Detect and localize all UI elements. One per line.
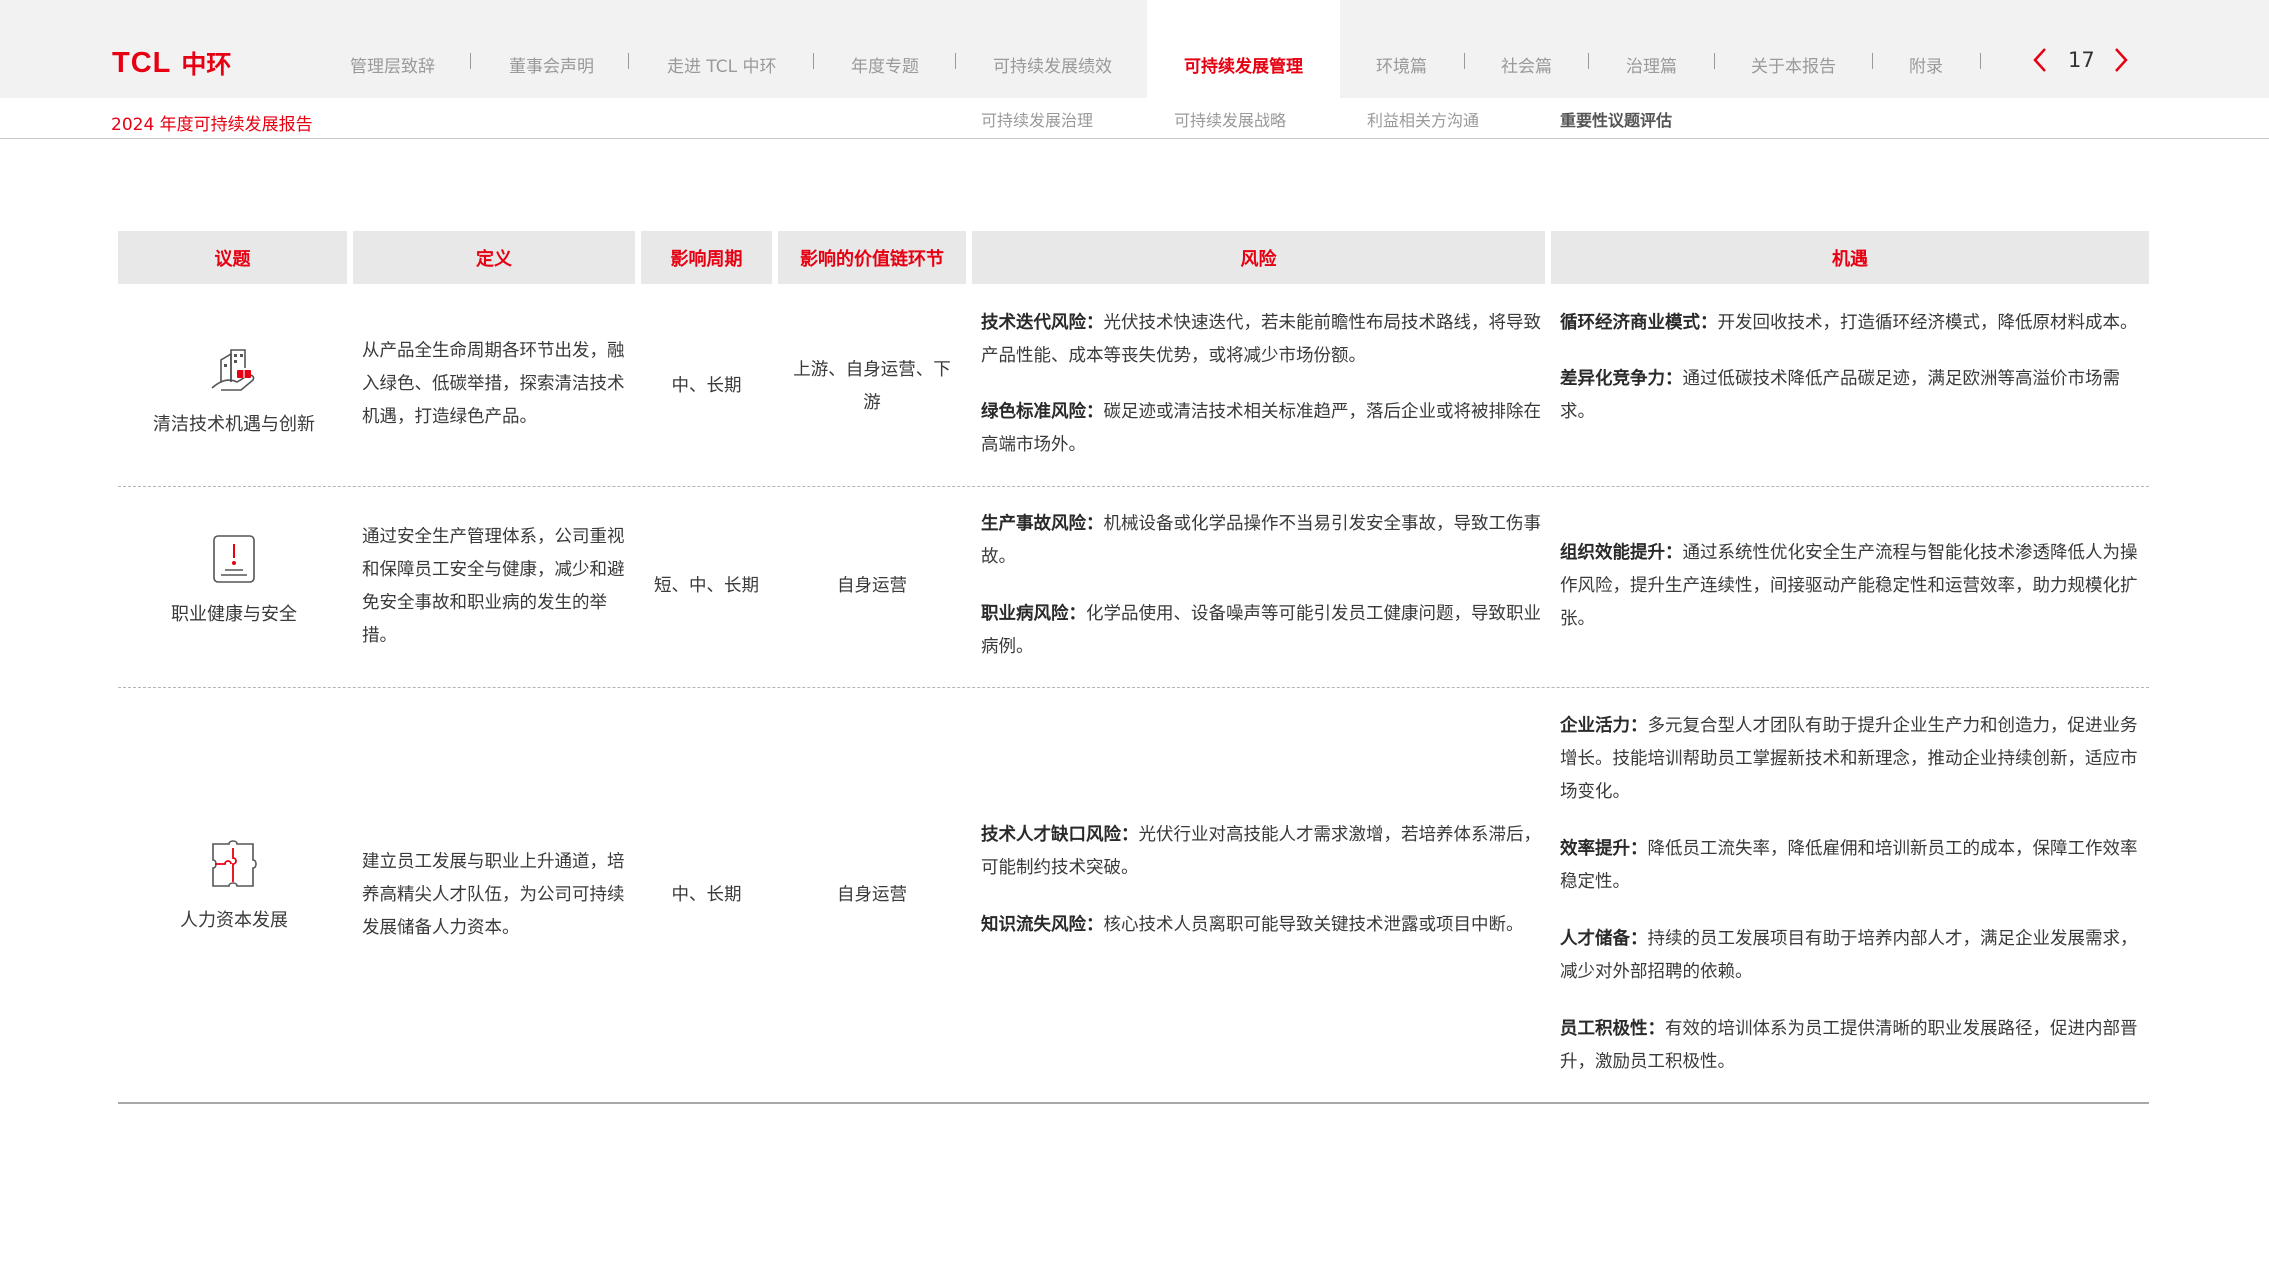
page-number: 17 bbox=[2068, 48, 2095, 72]
tcl-logo[interactable]: TCL 中环 bbox=[112, 46, 231, 80]
table-bottom-rule bbox=[118, 1102, 2149, 1104]
topic-label: 清洁技术机遇与创新 bbox=[153, 414, 315, 435]
topic-label: 职业健康与安全 bbox=[171, 604, 297, 625]
opportunity-title: 组织效能提升： bbox=[1560, 543, 1683, 563]
risk-cell: 技术人才缺口风险：光伏行业对高技能人才需求激增，若培养体系滞后，可能制约技术突破… bbox=[981, 819, 1541, 942]
prev-page-icon[interactable] bbox=[2029, 46, 2051, 74]
risk-item: 生产事故风险：机械设备或化学品操作不当易引发安全事故，导致工伤事故。 bbox=[981, 508, 1541, 574]
opportunity-item: 人才储备：持续的员工发展项目有助于培养内部人才，满足企业发展需求，减少对外部招聘… bbox=[1560, 923, 2144, 989]
opportunity-text: 多元复合型人才团队有助于提升企业生产力和创造力，促进业务增长。技能培训帮助员工掌… bbox=[1560, 716, 2138, 802]
opportunity-item: 组织效能提升：通过系统性优化安全生产流程与智能化技术渗透降低人为操作风险，提升生… bbox=[1560, 537, 2144, 636]
nav-about-report[interactable]: 关于本报告 bbox=[1751, 52, 1836, 77]
col-header-value-chain: 影响的价值链环节 bbox=[778, 231, 966, 284]
subnav-governance[interactable]: 可持续发展治理 bbox=[981, 107, 1093, 131]
row-divider bbox=[118, 687, 2149, 688]
opportunity-item: 员工积极性：有效的培训体系为员工提供清晰的职业发展路径，促进内部晋升，激励员工积… bbox=[1560, 1013, 2144, 1079]
col-header-topic: 议题 bbox=[118, 231, 347, 284]
col-header-risk: 风险 bbox=[972, 231, 1545, 284]
period-cell: 中、长期 bbox=[671, 376, 742, 396]
nav-appendix[interactable]: 附录 bbox=[1909, 52, 1943, 77]
nav-board-statement[interactable]: 董事会声明 bbox=[509, 52, 594, 77]
period-cell: 中、长期 bbox=[671, 885, 742, 905]
risk-title: 职业病风险： bbox=[981, 604, 1086, 624]
value-chain-cell: 自身运营 bbox=[837, 885, 907, 905]
risk-title: 技术人才缺口风险： bbox=[981, 825, 1139, 845]
nav-divider bbox=[470, 53, 471, 69]
risk-item: 技术人才缺口风险：光伏行业对高技能人才需求激增，若培养体系滞后，可能制约技术突破… bbox=[981, 819, 1541, 885]
subnav-materiality[interactable]: 重要性议题评估 bbox=[1560, 107, 1672, 131]
nav-management-message[interactable]: 管理层致辞 bbox=[350, 52, 435, 77]
definition-cell: 从产品全生命周期各环节出发，融入绿色、低碳举措，探索清洁技术机遇，打造绿色产品。 bbox=[362, 341, 625, 427]
table-row-topic: 清洁技术机遇与创新 bbox=[119, 342, 349, 436]
opportunity-item: 差异化竞争力：通过低碳技术降低产品碳足迹，满足欧洲等高溢价市场需求。 bbox=[1560, 363, 2144, 429]
opportunity-title: 循环经济商业模式： bbox=[1560, 313, 1718, 333]
subnav-stakeholder[interactable]: 利益相关方沟通 bbox=[1367, 107, 1479, 131]
nav-divider bbox=[955, 53, 956, 69]
nav-society[interactable]: 社会篇 bbox=[1501, 52, 1552, 77]
opportunity-title: 差异化竞争力： bbox=[1560, 369, 1683, 389]
subnav-strategy[interactable]: 可持续发展战略 bbox=[1174, 107, 1286, 131]
nav-governance[interactable]: 治理篇 bbox=[1626, 52, 1677, 77]
risk-title: 绿色标准风险： bbox=[981, 402, 1104, 422]
row-divider bbox=[118, 486, 2149, 487]
opportunity-text: 开发回收技术，打造循环经济模式，降低原材料成本。 bbox=[1717, 313, 2138, 333]
puzzle-icon bbox=[212, 840, 257, 887]
active-tab-background bbox=[1147, 0, 1340, 98]
opportunity-title: 员工积极性： bbox=[1560, 1019, 1665, 1039]
nav-sustainability-performance[interactable]: 可持续发展绩效 bbox=[993, 52, 1112, 77]
opportunity-text: 持续的员工发展项目有助于培养内部人才，满足企业发展需求，减少对外部招聘的依赖。 bbox=[1560, 929, 2138, 982]
value-chain-cell: 自身运营 bbox=[837, 576, 907, 596]
risk-item: 职业病风险：化学品使用、设备噪声等可能引发员工健康问题，导致职业病例。 bbox=[981, 598, 1541, 664]
opportunity-cell: 企业活力：多元复合型人才团队有助于提升企业生产力和创造力，促进业务增长。技能培训… bbox=[1560, 710, 2144, 1079]
opportunity-item: 效率提升：降低员工流失率，降低雇佣和培训新员工的成本，保障工作效率稳定性。 bbox=[1560, 833, 2144, 899]
col-header-period: 影响周期 bbox=[641, 231, 772, 284]
next-page-icon[interactable] bbox=[2110, 46, 2132, 74]
risk-item: 技术迭代风险：光伏技术快速迭代，若未能前瞻性布局技术路线，将导致产品性能、成本等… bbox=[981, 307, 1541, 373]
risk-text: 核心技术人员离职可能导致关键技术泄露或项目中断。 bbox=[1103, 915, 1524, 935]
nav-divider bbox=[813, 53, 814, 69]
top-navigation-bar bbox=[0, 0, 2269, 98]
risk-item: 绿色标准风险：碳足迹或清洁技术相关标准趋严，落后企业或将被排除在高端市场外。 bbox=[981, 396, 1541, 462]
nav-divider bbox=[1464, 53, 1465, 69]
nav-environment[interactable]: 环境篇 bbox=[1376, 52, 1427, 77]
opportunity-title: 人才储备： bbox=[1560, 929, 1648, 949]
risk-title: 知识流失风险： bbox=[981, 915, 1104, 935]
header-divider bbox=[0, 138, 2269, 139]
risk-cell: 生产事故风险：机械设备或化学品操作不当易引发安全事故，导致工伤事故。 职业病风险… bbox=[981, 508, 1541, 664]
period-cell: 短、中、长期 bbox=[654, 576, 759, 596]
value-chain-cell: 上游、自身运营、下游 bbox=[793, 360, 951, 413]
definition-cell: 建立员工发展与职业上升通道，培养高精尖人才队伍，为公司可持续发展储备人力资本。 bbox=[362, 852, 625, 938]
risk-title: 生产事故风险： bbox=[981, 514, 1104, 534]
col-header-definition: 定义 bbox=[353, 231, 635, 284]
opportunity-text: 降低员工流失率，降低雇佣和培训新员工的成本，保障工作效率稳定性。 bbox=[1560, 839, 2138, 892]
opportunity-item: 企业活力：多元复合型人才团队有助于提升企业生产力和创造力，促进业务增长。技能培训… bbox=[1560, 710, 2144, 809]
definition-cell: 通过安全生产管理体系，公司重视和保障员工安全与健康，减少和避免安全事故和职业病的… bbox=[362, 527, 625, 646]
risk-item: 知识流失风险：核心技术人员离职可能导致关键技术泄露或项目中断。 bbox=[981, 909, 1541, 942]
opportunity-title: 企业活力： bbox=[1560, 716, 1648, 736]
nav-divider bbox=[1872, 53, 1873, 69]
nav-annual-feature[interactable]: 年度专题 bbox=[851, 52, 919, 77]
logo-text: TCL bbox=[112, 46, 172, 79]
col-header-opportunity: 机遇 bbox=[1551, 231, 2149, 284]
safety-icon bbox=[213, 535, 255, 583]
nav-divider bbox=[1980, 53, 1981, 69]
opportunity-item: 循环经济商业模式：开发回收技术，打造循环经济模式，降低原材料成本。 bbox=[1560, 307, 2144, 340]
opportunity-cell: 组织效能提升：通过系统性优化安全生产流程与智能化技术渗透降低人为操作风险，提升生… bbox=[1560, 537, 2144, 636]
table-row-topic: 职业健康与安全 bbox=[119, 532, 349, 626]
topic-label: 人力资本发展 bbox=[180, 910, 288, 931]
nav-sustainability-management[interactable]: 可持续发展管理 bbox=[1184, 52, 1303, 77]
risk-cell: 技术迭代风险：光伏技术快速迭代，若未能前瞻性布局技术路线，将导致产品性能、成本等… bbox=[981, 307, 1541, 462]
nav-divider bbox=[1714, 53, 1715, 69]
nav-divider bbox=[1588, 53, 1589, 69]
risk-title: 技术迭代风险： bbox=[981, 313, 1104, 333]
report-title: 2024 年度可持续发展报告 bbox=[111, 115, 313, 135]
nav-about-company[interactable]: 走进 TCL 中环 bbox=[667, 52, 777, 77]
nav-divider bbox=[628, 53, 629, 69]
opportunity-cell: 循环经济商业模式：开发回收技术，打造循环经济模式，降低原材料成本。 差异化竞争力… bbox=[1560, 307, 2144, 429]
clean-tech-icon bbox=[211, 349, 255, 391]
opportunity-title: 效率提升： bbox=[1560, 839, 1648, 859]
logo-cn-text: 中环 bbox=[181, 50, 232, 79]
table-row-topic: 人力资本发展 bbox=[119, 838, 349, 932]
